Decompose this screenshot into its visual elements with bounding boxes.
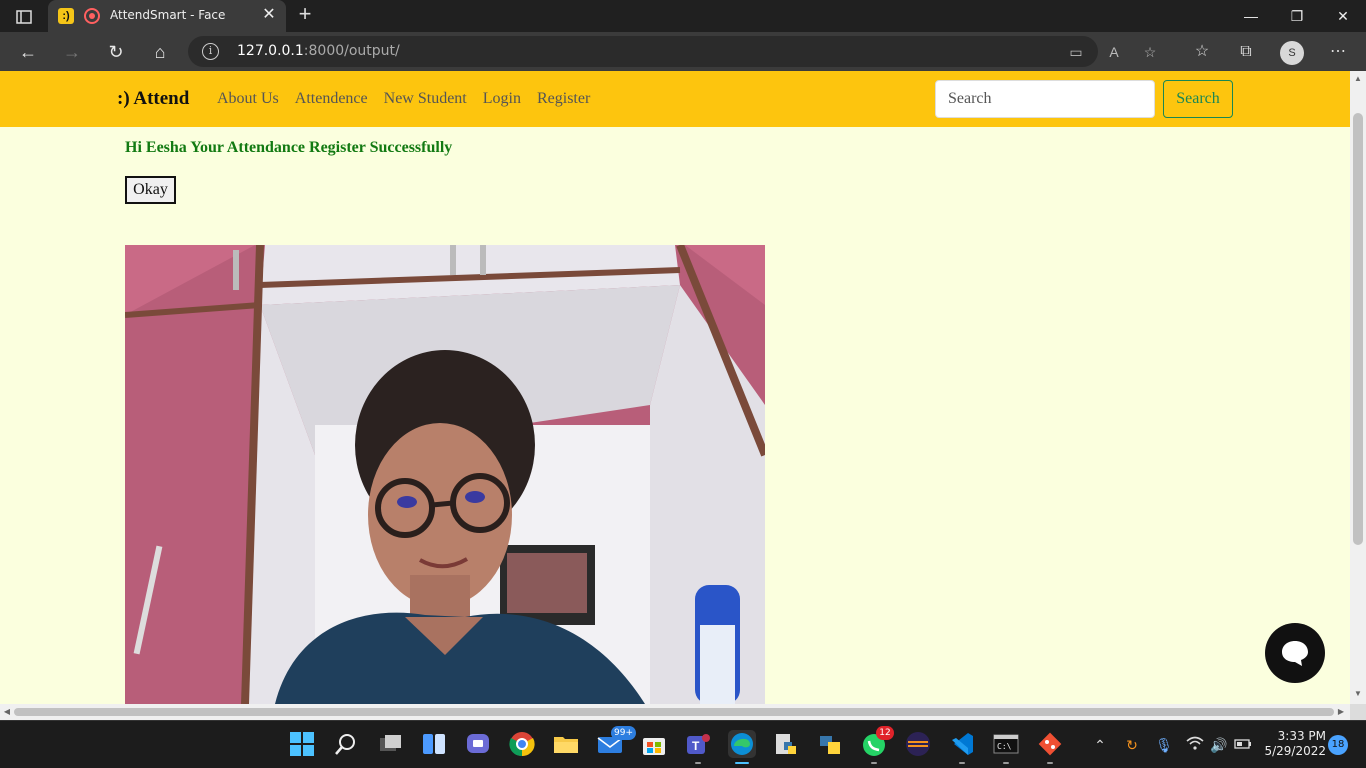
search-input[interactable]: Search	[935, 80, 1155, 118]
restore-button[interactable]: ❐	[1274, 0, 1320, 32]
home-button[interactable]: ⌂	[146, 38, 174, 66]
url-host: 127.0.0.1	[237, 43, 304, 59]
nav-link-register[interactable]: Register	[537, 90, 590, 108]
running-indicator	[871, 762, 877, 764]
tab-actions-icon[interactable]	[8, 6, 40, 28]
add-favorite-icon[interactable]: ☆	[1140, 42, 1160, 62]
horizontal-scrollbar[interactable]: ◀ ▶	[0, 704, 1350, 720]
site-info-icon[interactable]: i	[202, 43, 219, 60]
captured-face-photo	[125, 245, 765, 704]
active-indicator	[735, 762, 749, 764]
recording-indicator-icon	[84, 8, 100, 24]
success-message: Hi Eesha Your Attendance Register Succes…	[125, 139, 453, 156]
site-favicon-icon: :)	[58, 8, 74, 24]
nav-link-new-student[interactable]: New Student	[384, 90, 467, 108]
minimize-button[interactable]: —	[1228, 0, 1274, 32]
scroll-down-arrow-icon[interactable]: ▼	[1353, 689, 1363, 699]
edge-icon[interactable]	[728, 730, 756, 764]
volume-icon[interactable]: 🔊	[1209, 735, 1229, 755]
reload-button[interactable]: ↻	[102, 38, 130, 66]
nav-link-about-us[interactable]: About Us	[217, 90, 279, 108]
vertical-scrollbar[interactable]: ▲ ▼	[1350, 71, 1366, 704]
clock-time: 3:33 PM	[1277, 729, 1326, 743]
collections-icon[interactable]: ⧉	[1234, 40, 1258, 64]
search-button[interactable]: Search	[1163, 80, 1233, 118]
page-viewport: :) Attend About Us Attendence New Studen…	[0, 71, 1350, 704]
running-indicator	[959, 762, 965, 764]
show-hidden-icons-icon[interactable]: ⌃	[1090, 735, 1110, 755]
nav-link-attendence[interactable]: Attendence	[295, 90, 368, 108]
svg-text:T: T	[692, 739, 700, 753]
address-bar[interactable]: i 127.0.0.1:8000/output/ ▭ A ☆	[188, 36, 1156, 67]
close-tab-icon[interactable]: ✕	[260, 6, 278, 24]
python-icon[interactable]	[816, 730, 844, 758]
url-path: :8000/output/	[303, 43, 400, 59]
store-icon[interactable]	[640, 730, 668, 758]
tab-title: AttendSmart - Face	[110, 8, 226, 22]
system-clock[interactable]: 3:33 PM 5/29/2022	[1262, 729, 1326, 759]
notification-count-badge[interactable]: 18	[1328, 735, 1348, 755]
search-icon[interactable]	[332, 730, 360, 758]
file-explorer-icon[interactable]	[552, 730, 580, 758]
teams-chat-icon[interactable]	[464, 730, 492, 758]
back-button[interactable]: ←	[14, 38, 42, 66]
start-button-icon[interactable]	[288, 730, 316, 758]
nav-links: About Us Attendence New Student Login Re…	[217, 90, 590, 108]
forward-button[interactable]: →	[58, 38, 86, 66]
terminal-icon[interactable]: C:\	[992, 730, 1020, 764]
python-idle-icon[interactable]	[772, 730, 800, 758]
scroll-left-arrow-icon[interactable]: ◀	[2, 707, 12, 717]
task-view-icon[interactable]	[376, 730, 404, 758]
mail-icon[interactable]: 99+	[596, 726, 636, 758]
clock-date: 5/29/2022	[1264, 744, 1326, 758]
tab-bar: :) AttendSmart - Face ✕ + — ❐ ✕	[0, 0, 1366, 32]
site-navbar: :) Attend About Us Attendence New Studen…	[0, 71, 1350, 127]
running-indicator	[1003, 762, 1009, 764]
wifi-icon[interactable]	[1185, 735, 1205, 755]
horizontal-scroll-thumb[interactable]	[14, 708, 1334, 716]
running-indicator	[1047, 762, 1053, 764]
windows-taskbar: 99+ T 12 C:\ ⌃ ↻ 🎙 🔊 3:33 PM 5/29/2022 1…	[0, 720, 1366, 768]
favorites-icon[interactable]: ☆	[1190, 40, 1214, 64]
microphone-icon[interactable]: 🎙	[1154, 735, 1174, 755]
whatsapp-icon[interactable]: 12	[860, 726, 894, 764]
mail-badge: 99+	[611, 726, 636, 740]
camera-icon[interactable]: ▭	[1066, 42, 1086, 62]
chat-icon	[1282, 641, 1308, 666]
whatsapp-badge: 12	[876, 726, 894, 740]
scroll-up-arrow-icon[interactable]: ▲	[1353, 74, 1363, 84]
chrome-icon[interactable]	[508, 730, 536, 758]
browser-toolbar: ← → ↻ ⌂ i 127.0.0.1:8000/output/ ▭ A ☆ ☆…	[0, 32, 1366, 71]
chat-widget-button[interactable]	[1265, 623, 1325, 683]
vertical-scroll-thumb[interactable]	[1353, 113, 1363, 545]
nav-link-login[interactable]: Login	[483, 90, 521, 108]
widgets-icon[interactable]	[420, 730, 448, 758]
read-aloud-icon[interactable]: A	[1104, 42, 1124, 62]
vscode-icon[interactable]	[948, 730, 976, 764]
okay-button[interactable]: Okay	[125, 176, 176, 204]
running-indicator	[695, 762, 701, 764]
profile-avatar[interactable]: S	[1280, 41, 1304, 65]
sync-icon[interactable]: ↻	[1122, 735, 1142, 755]
git-icon[interactable]	[1036, 730, 1064, 764]
browser-tab[interactable]: :) AttendSmart - Face ✕	[48, 0, 286, 32]
scroll-right-arrow-icon[interactable]: ▶	[1336, 707, 1346, 717]
close-window-button[interactable]: ✕	[1320, 0, 1366, 32]
eclipse-icon[interactable]	[904, 730, 932, 758]
new-tab-button[interactable]: +	[294, 3, 316, 26]
url-text[interactable]: 127.0.0.1:8000/output/	[237, 43, 400, 59]
teams-icon[interactable]: T	[684, 730, 712, 764]
brand-logo[interactable]: :) Attend	[117, 88, 189, 110]
more-menu-icon[interactable]: ⋯	[1326, 40, 1350, 64]
scrollbar-corner	[1350, 704, 1366, 720]
svg-text:C:\: C:\	[997, 742, 1012, 751]
battery-icon[interactable]	[1233, 735, 1253, 755]
